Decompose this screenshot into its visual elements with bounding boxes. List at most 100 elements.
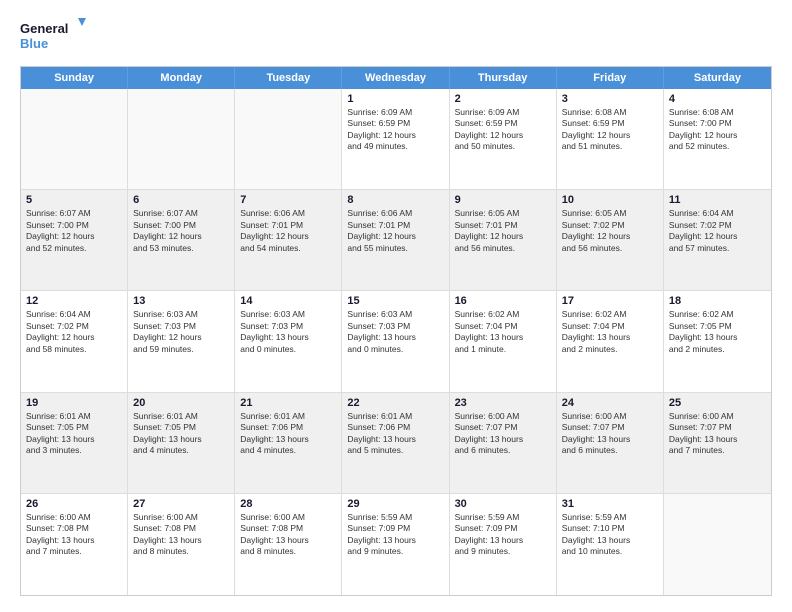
calendar-cell: 6Sunrise: 6:07 AM Sunset: 7:00 PM Daylig… xyxy=(128,190,235,290)
cell-info: Sunrise: 6:08 AM Sunset: 7:00 PM Dayligh… xyxy=(669,107,766,153)
day-number: 24 xyxy=(562,397,658,409)
calendar-row-1: 1Sunrise: 6:09 AM Sunset: 6:59 PM Daylig… xyxy=(21,89,771,190)
day-number: 19 xyxy=(26,397,122,409)
day-number: 20 xyxy=(133,397,229,409)
calendar-row-5: 26 Sunrise: 6:00 AM Sunset: 7:08 PM Dayli… xyxy=(21,494,771,595)
calendar-cell: 17Sunrise: 6:02 AM Sunset: 7:04 PM Dayli… xyxy=(557,291,664,391)
calendar-cell: 29 Sunrise: 5:59 AM Sunset: 7:09 PM Dayli… xyxy=(342,494,449,595)
calendar-cell: 4 Sunrise: 6:08 AM Sunset: 7:00 PM Daylig… xyxy=(664,89,771,189)
svg-text:Blue: Blue xyxy=(20,36,48,51)
calendar-cell: 14 Sunrise: 6:03 AM Sunset: 7:03 PM Dayli… xyxy=(235,291,342,391)
calendar-cell: 13 Sunrise: 6:03 AM Sunset: 7:03 PM Dayli… xyxy=(128,291,235,391)
calendar-cell: 24 Sunrise: 6:00 AM Sunset: 7:07 PM Dayli… xyxy=(557,393,664,493)
cell-info: Sunrise: 5:59 AM Sunset: 7:09 PM Dayligh… xyxy=(455,512,551,558)
cell-info: Sunrise: 5:59 AM Sunset: 7:10 PM Dayligh… xyxy=(562,512,658,558)
calendar-row-4: 19 Sunrise: 6:01 AM Sunset: 7:05 PM Dayli… xyxy=(21,393,771,494)
calendar-cell: 30 Sunrise: 5:59 AM Sunset: 7:09 PM Dayli… xyxy=(450,494,557,595)
cell-info: Sunrise: 6:09 AM Sunset: 6:59 PM Dayligh… xyxy=(347,107,443,153)
day-number: 23 xyxy=(455,397,551,409)
svg-text:General: General xyxy=(20,21,68,36)
day-number: 25 xyxy=(669,397,766,409)
calendar-cell xyxy=(235,89,342,189)
day-number: 4 xyxy=(669,93,766,105)
day-number: 31 xyxy=(562,498,658,510)
day-number: 26 xyxy=(26,498,122,510)
calendar: SundayMondayTuesdayWednesdayThursdayFrid… xyxy=(20,66,772,596)
cell-info: Sunrise: 6:01 AM Sunset: 7:05 PM Dayligh… xyxy=(133,411,229,457)
day-number: 27 xyxy=(133,498,229,510)
calendar-cell: 7Sunrise: 6:06 AM Sunset: 7:01 PM Daylig… xyxy=(235,190,342,290)
day-header-saturday: Saturday xyxy=(664,67,771,89)
calendar-cell: 9Sunrise: 6:05 AM Sunset: 7:01 PM Daylig… xyxy=(450,190,557,290)
calendar-cell: 15 Sunrise: 6:03 AM Sunset: 7:03 PM Dayli… xyxy=(342,291,449,391)
calendar-body: 1Sunrise: 6:09 AM Sunset: 6:59 PM Daylig… xyxy=(21,89,771,595)
calendar-row-3: 12 Sunrise: 6:04 AM Sunset: 7:02 PM Dayli… xyxy=(21,291,771,392)
day-number: 5 xyxy=(26,194,122,206)
day-number: 21 xyxy=(240,397,336,409)
day-number: 8 xyxy=(347,194,443,206)
calendar-cell: 31 Sunrise: 5:59 AM Sunset: 7:10 PM Dayli… xyxy=(557,494,664,595)
cell-info: Sunrise: 6:00 AM Sunset: 7:08 PM Dayligh… xyxy=(133,512,229,558)
day-number: 2 xyxy=(455,93,551,105)
day-number: 22 xyxy=(347,397,443,409)
calendar-cell: 2 Sunrise: 6:09 AM Sunset: 6:59 PM Daylig… xyxy=(450,89,557,189)
calendar-cell: 5 Sunrise: 6:07 AM Sunset: 7:00 PM Daylig… xyxy=(21,190,128,290)
cell-info: Sunrise: 6:05 AM Sunset: 7:02 PM Dayligh… xyxy=(562,208,658,254)
page-header: General Blue xyxy=(20,16,772,56)
cell-info: Sunrise: 6:00 AM Sunset: 7:08 PM Dayligh… xyxy=(26,512,122,558)
logo: General Blue xyxy=(20,16,90,56)
cell-info: Sunrise: 6:03 AM Sunset: 7:03 PM Dayligh… xyxy=(347,309,443,355)
cell-info: Sunrise: 6:00 AM Sunset: 7:08 PM Dayligh… xyxy=(240,512,336,558)
day-number: 10 xyxy=(562,194,658,206)
day-number: 14 xyxy=(240,295,336,307)
cell-info: Sunrise: 6:03 AM Sunset: 7:03 PM Dayligh… xyxy=(133,309,229,355)
day-number: 13 xyxy=(133,295,229,307)
day-number: 15 xyxy=(347,295,443,307)
calendar-cell: 21 Sunrise: 6:01 AM Sunset: 7:06 PM Dayli… xyxy=(235,393,342,493)
cell-info: Sunrise: 6:07 AM Sunset: 7:00 PM Dayligh… xyxy=(26,208,122,254)
day-number: 29 xyxy=(347,498,443,510)
cell-info: Sunrise: 6:04 AM Sunset: 7:02 PM Dayligh… xyxy=(26,309,122,355)
day-header-tuesday: Tuesday xyxy=(235,67,342,89)
cell-info: Sunrise: 6:07 AM Sunset: 7:00 PM Dayligh… xyxy=(133,208,229,254)
calendar-cell xyxy=(128,89,235,189)
cell-info: Sunrise: 6:00 AM Sunset: 7:07 PM Dayligh… xyxy=(562,411,658,457)
calendar-cell: 25 Sunrise: 6:00 AM Sunset: 7:07 PM Dayli… xyxy=(664,393,771,493)
calendar-cell: 19Sunrise: 6:01 AM Sunset: 7:05 PM Dayli… xyxy=(21,393,128,493)
calendar-header: SundayMondayTuesdayWednesdayThursdayFrid… xyxy=(21,67,771,89)
calendar-cell: 11Sunrise: 6:04 AM Sunset: 7:02 PM Dayli… xyxy=(664,190,771,290)
day-number: 30 xyxy=(455,498,551,510)
calendar-cell: 20 Sunrise: 6:01 AM Sunset: 7:05 PM Dayli… xyxy=(128,393,235,493)
calendar-cell: 16Sunrise: 6:02 AM Sunset: 7:04 PM Dayli… xyxy=(450,291,557,391)
calendar-cell: 27 Sunrise: 6:00 AM Sunset: 7:08 PM Dayli… xyxy=(128,494,235,595)
day-header-friday: Friday xyxy=(557,67,664,89)
calendar-cell: 10 Sunrise: 6:05 AM Sunset: 7:02 PM Dayli… xyxy=(557,190,664,290)
day-header-monday: Monday xyxy=(128,67,235,89)
cell-info: Sunrise: 6:06 AM Sunset: 7:01 PM Dayligh… xyxy=(347,208,443,254)
day-number: 28 xyxy=(240,498,336,510)
day-number: 3 xyxy=(562,93,658,105)
cell-info: Sunrise: 6:04 AM Sunset: 7:02 PM Dayligh… xyxy=(669,208,766,254)
day-header-thursday: Thursday xyxy=(450,67,557,89)
calendar-cell: 23 Sunrise: 6:00 AM Sunset: 7:07 PM Dayli… xyxy=(450,393,557,493)
cell-info: Sunrise: 6:03 AM Sunset: 7:03 PM Dayligh… xyxy=(240,309,336,355)
calendar-cell: 12 Sunrise: 6:04 AM Sunset: 7:02 PM Dayli… xyxy=(21,291,128,391)
cell-info: Sunrise: 6:01 AM Sunset: 7:06 PM Dayligh… xyxy=(347,411,443,457)
day-number: 17 xyxy=(562,295,658,307)
calendar-cell: 3Sunrise: 6:08 AM Sunset: 6:59 PM Daylig… xyxy=(557,89,664,189)
calendar-cell: 18Sunrise: 6:02 AM Sunset: 7:05 PM Dayli… xyxy=(664,291,771,391)
day-number: 12 xyxy=(26,295,122,307)
cell-info: Sunrise: 6:05 AM Sunset: 7:01 PM Dayligh… xyxy=(455,208,551,254)
cell-info: Sunrise: 6:01 AM Sunset: 7:06 PM Dayligh… xyxy=(240,411,336,457)
cell-info: Sunrise: 6:00 AM Sunset: 7:07 PM Dayligh… xyxy=(669,411,766,457)
calendar-cell xyxy=(664,494,771,595)
calendar-cell: 8 Sunrise: 6:06 AM Sunset: 7:01 PM Daylig… xyxy=(342,190,449,290)
day-header-wednesday: Wednesday xyxy=(342,67,449,89)
calendar-cell xyxy=(21,89,128,189)
logo-svg: General Blue xyxy=(20,16,90,56)
cell-info: Sunrise: 5:59 AM Sunset: 7:09 PM Dayligh… xyxy=(347,512,443,558)
day-number: 18 xyxy=(669,295,766,307)
calendar-cell: 28 Sunrise: 6:00 AM Sunset: 7:08 PM Dayli… xyxy=(235,494,342,595)
cell-info: Sunrise: 6:00 AM Sunset: 7:07 PM Dayligh… xyxy=(455,411,551,457)
cell-info: Sunrise: 6:09 AM Sunset: 6:59 PM Dayligh… xyxy=(455,107,551,153)
